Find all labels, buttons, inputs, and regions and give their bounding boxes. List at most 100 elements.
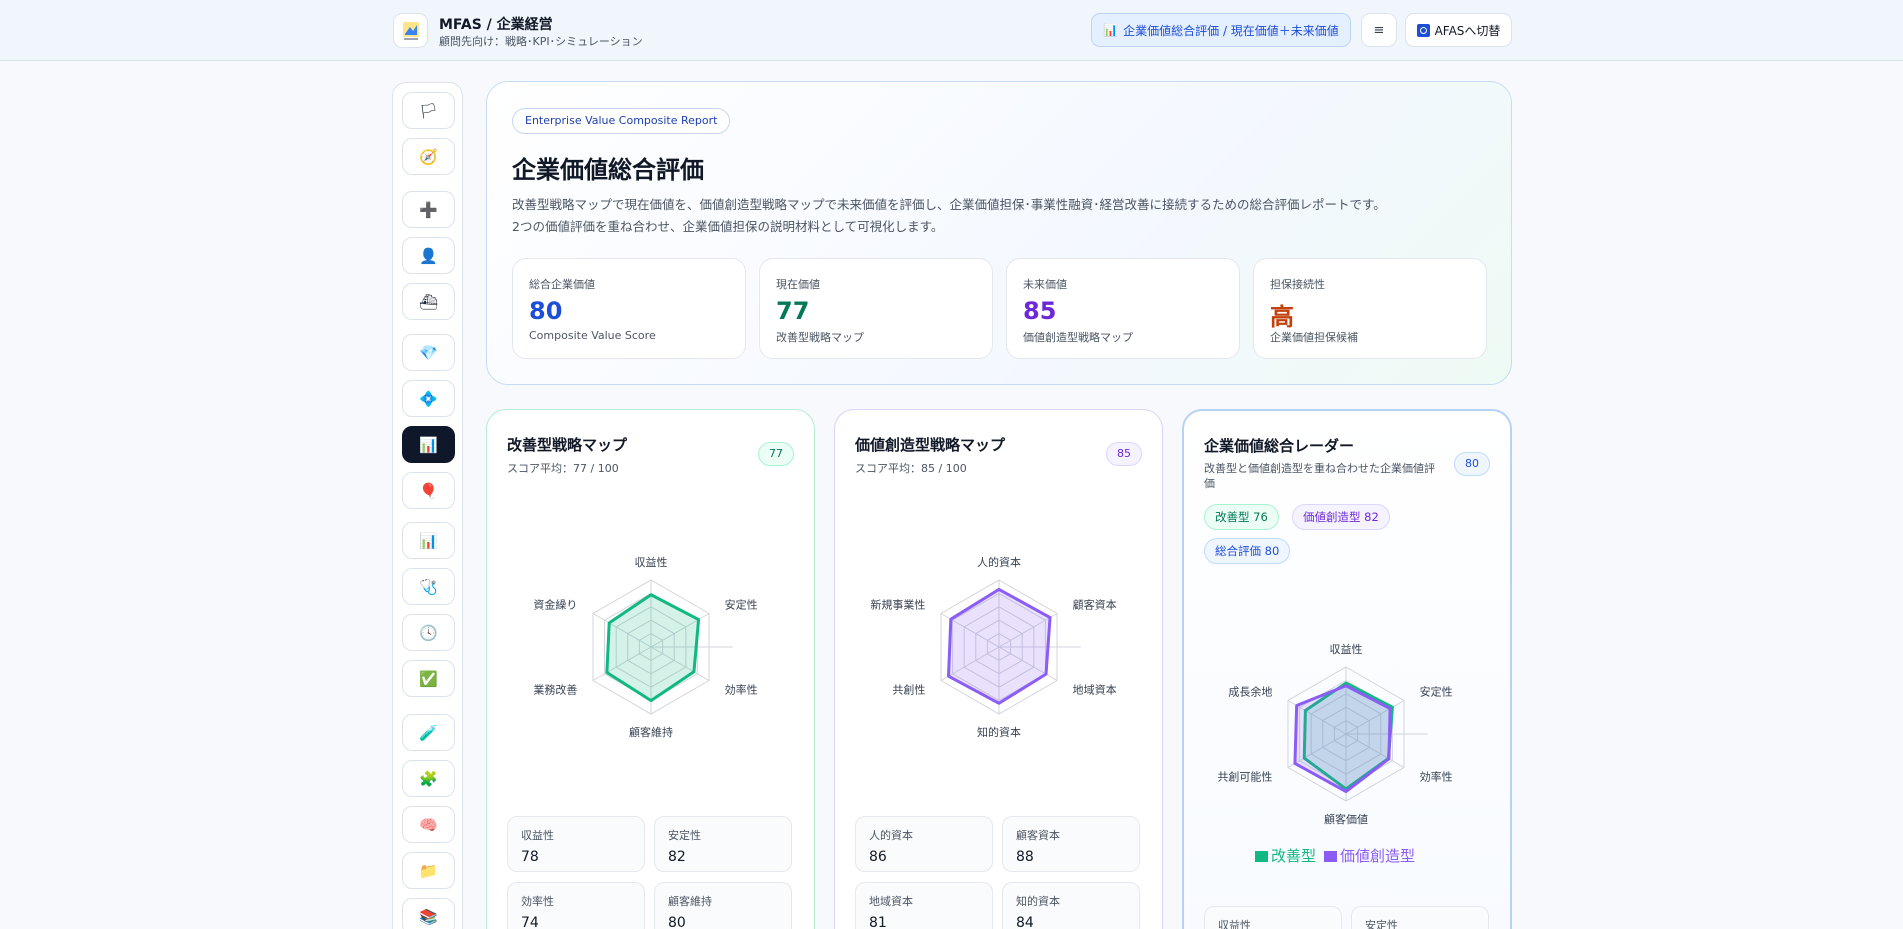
diamond-icon: 💠 xyxy=(419,389,438,408)
sidebar-item-book[interactable]: 📚 xyxy=(402,898,455,929)
metric-label: 安定性 xyxy=(668,829,701,842)
page-description: 改善型戦略マップで現在価値を、価値創造型戦略マップで未来価値を評価し、企業価値担… xyxy=(512,194,1482,238)
kpi-card-future: 未来価値 85 価値創造型戦略マップ xyxy=(1006,258,1240,359)
logo-icon xyxy=(403,22,419,40)
value-creation-radar-chart: 人的資本顧客資本地域資本知的資本 共創性 新規事業性 xyxy=(870,555,1117,739)
sidebar-item-stamp[interactable]: ⛴ xyxy=(402,283,455,320)
metric-label: 人的資本 xyxy=(869,829,913,842)
puzzle-icon: 🧩 xyxy=(419,769,438,788)
enterprise-value-button-label: 企業価値総合評価 / 現在価値＋未来価値 xyxy=(1123,23,1339,38)
radar-axis-label: 資金繰り xyxy=(533,598,577,612)
sidebar-item-brain[interactable]: 🧠 xyxy=(402,806,455,843)
enterprise-value-button[interactable]: 📊 企業価値総合評価 / 現在価値＋未来価値 xyxy=(1091,13,1351,47)
improvement-map-card: 改善型戦略マップ スコア平均：77 / 100 77 収益性 安定性 効率性 顧客維持… xyxy=(486,409,815,929)
sidebar-item-test-tube[interactable]: 🧪 xyxy=(402,714,455,751)
stamp-icon: ⛴ xyxy=(418,292,439,311)
metric-label: 安定性 xyxy=(1365,919,1398,929)
kpi-card-collateral: 担保接続性 高 企業価値担保候補 xyxy=(1253,258,1487,359)
kpi-sub: 企業価値担保候補 xyxy=(1270,331,1358,344)
book-icon: 📚 xyxy=(419,907,438,926)
sidebar-item-balloon[interactable]: 🎈 xyxy=(402,472,455,509)
switch-afas-label: AFASへ切替 xyxy=(1434,23,1501,38)
metric-card: 収益性 78 xyxy=(507,816,645,872)
metric-card: 顧客資本 88 xyxy=(1002,816,1140,872)
radar-axis-label: 業務改善 xyxy=(533,683,577,697)
kpi-value: 85 xyxy=(1023,297,1057,325)
value-creation-map-card: 価値創造型戦略マップ スコア平均：85 / 100 85 人的資本 顧客資本 地域資… xyxy=(834,409,1163,929)
sidebar-item-check[interactable]: ✅ xyxy=(402,660,455,697)
sidebar-item-folder[interactable]: 📁 xyxy=(402,852,455,889)
metric-label: 効率性 xyxy=(521,895,554,908)
radar-axis-label: 収益性 xyxy=(635,555,668,569)
chart-legend: 改善型 価値創造型 xyxy=(1255,845,1415,866)
brand-subtitle: 顧問先向け：戦略･KPI･シミュレーション xyxy=(439,35,643,48)
folder-icon: 📁 xyxy=(419,861,438,880)
radar-series-1 xyxy=(1293,684,1392,794)
metric-label: 顧客資本 xyxy=(1016,829,1060,842)
sidebar-item-plus[interactable]: ➕ xyxy=(402,191,455,228)
metric-value: 74 xyxy=(521,915,539,929)
radar-axis-label: 成長余地 xyxy=(1228,685,1272,699)
metric-label: 知的資本 xyxy=(1016,895,1060,908)
sidebar-item-gem[interactable]: 💎 xyxy=(402,334,455,371)
menu-button[interactable]: ≡ xyxy=(1361,13,1397,47)
kpi-sub: Composite Value Score xyxy=(529,329,656,342)
sidebar-item-flag[interactable]: 🏳 xyxy=(402,92,455,129)
sidebar-item-clock[interactable]: 🕓 xyxy=(402,614,455,651)
metric-label: 収益性 xyxy=(521,829,554,842)
app-logo[interactable] xyxy=(393,13,428,48)
legend-item-improvement: 改善型 xyxy=(1255,845,1316,866)
kpi-card-composite: 総合企業価値 80 Composite Value Score xyxy=(512,258,746,359)
metric-value: 86 xyxy=(869,849,887,865)
radar-axis-label: 顧客維持 xyxy=(629,725,673,739)
metric-label: 収益性 xyxy=(1218,919,1251,929)
hero-panel: Enterprise Value Composite Report 企業価値総合… xyxy=(486,81,1512,385)
kpi-value: 高 xyxy=(1270,303,1294,331)
radar-axis-label: 顧客価値 xyxy=(1324,812,1368,826)
metric-value: 78 xyxy=(521,849,539,865)
composite-radar-chart: 収益性安定性効率性顧客価値 共創可能性 成長余地 xyxy=(1217,642,1452,826)
brain-icon: 🧠 xyxy=(419,815,438,834)
metric-card: 収益性 xyxy=(1204,906,1342,929)
kpi-label: 現在価値 xyxy=(776,278,820,291)
top-bar: MFAS / 企業経営 顧問先向け：戦略･KPI･シミュレーション 📊 企業価値… xyxy=(0,0,1903,61)
balloon-icon: 🎈 xyxy=(419,481,438,500)
metric-card: 安定性 82 xyxy=(654,816,792,872)
sidebar-item-diamond[interactable]: 💠 xyxy=(402,380,455,417)
metric-card: 地域資本 81 xyxy=(855,882,993,929)
sidebar-item-stethoscope[interactable]: 🩺 xyxy=(402,568,455,605)
sidebar-item-chart[interactable]: 📊 xyxy=(402,522,455,559)
metric-value: 84 xyxy=(1016,915,1034,929)
switch-icon xyxy=(1416,23,1430,37)
clock-icon: 🕓 xyxy=(419,623,438,642)
description-line-1: 改善型戦略マップで現在価値を、価値創造型戦略マップで未来価値を評価し、企業価値担… xyxy=(512,197,1386,212)
switch-afas-button[interactable]: AFASへ切替 xyxy=(1405,13,1512,47)
radar-axis-label: 新規事業性 xyxy=(870,598,925,612)
radar-axis-label: 知的資本 xyxy=(977,725,1021,739)
sidebar-item-bar-chart[interactable]: 📊 xyxy=(402,426,455,463)
radar-axis-label: 共創性 xyxy=(892,683,925,697)
description-line-2: 2つの価値評価を重ね合わせ、企業価値担保の説明材料として可視化します。 xyxy=(512,219,944,234)
sidebar-item-person[interactable]: 👤 xyxy=(402,237,455,274)
brand-title: MFAS / 企業経営 xyxy=(439,17,553,33)
kpi-value: 77 xyxy=(776,297,810,325)
compass-icon: 🧭 xyxy=(419,147,438,166)
test-tube-icon: 🧪 xyxy=(419,723,438,742)
page-title: 企業価値総合評価 xyxy=(512,156,704,184)
sidebar-item-compass[interactable]: 🧭 xyxy=(402,138,455,175)
metric-label: 地域資本 xyxy=(869,895,913,908)
radar-series-0 xyxy=(947,587,1052,705)
metric-value: 88 xyxy=(1016,849,1034,865)
bar-chart-icon: 📊 xyxy=(1103,23,1119,37)
sidebar-item-puzzle[interactable]: 🧩 xyxy=(402,760,455,797)
report-badge: Enterprise Value Composite Report xyxy=(512,108,731,134)
radar-axis-label: 効率性 xyxy=(725,683,758,697)
check-icon: ✅ xyxy=(419,669,438,688)
radar-axis-label: 収益性 xyxy=(1330,642,1363,656)
radar-axis-label: 地域資本 xyxy=(1073,683,1117,697)
metric-value: 82 xyxy=(668,849,686,865)
kpi-card-current: 現在価値 77 改善型戦略マップ xyxy=(759,258,993,359)
kpi-label: 未来価値 xyxy=(1023,278,1067,291)
kpi-sub: 価値創造型戦略マップ xyxy=(1023,331,1133,344)
metric-value: 80 xyxy=(668,915,686,929)
